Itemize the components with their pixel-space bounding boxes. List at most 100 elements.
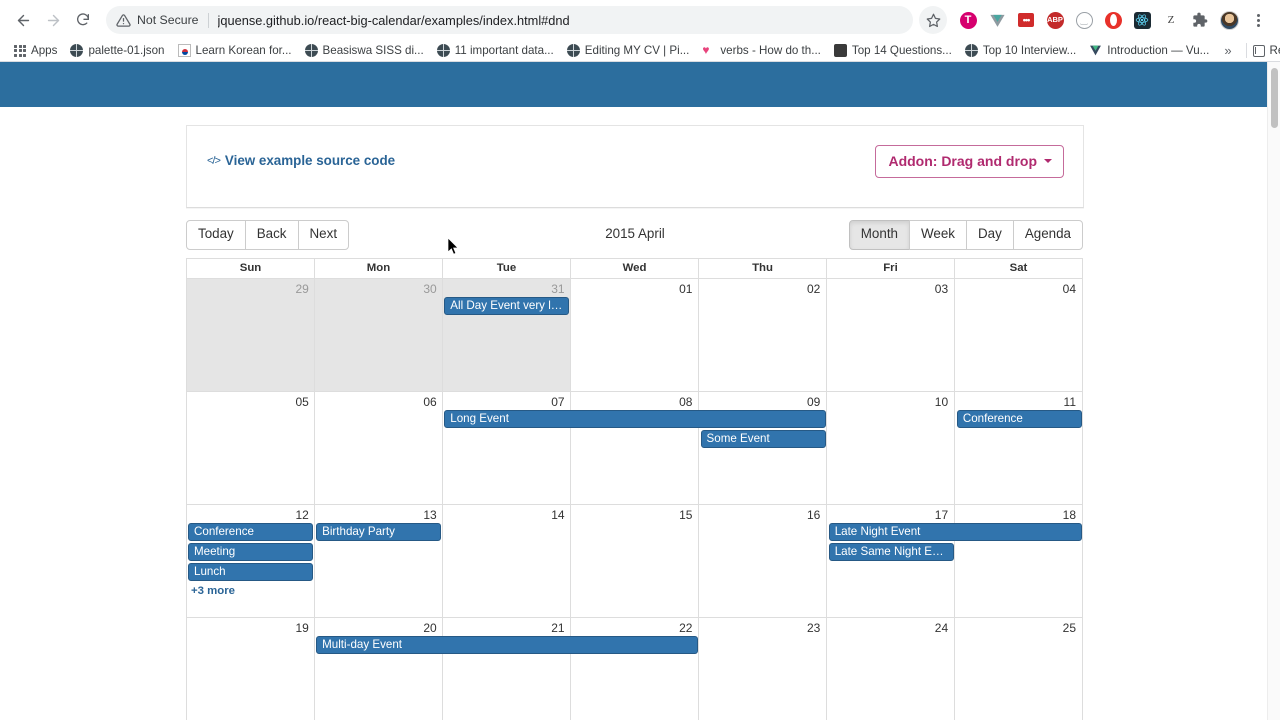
view-day-button[interactable]: Day [966, 220, 1014, 250]
profile-avatar[interactable] [1215, 6, 1243, 34]
caret-down-icon [1044, 159, 1052, 163]
date-number[interactable]: 22 [571, 618, 699, 635]
date-number[interactable]: 14 [443, 505, 571, 522]
date-number[interactable]: 23 [698, 618, 826, 635]
reload-icon[interactable] [68, 5, 98, 35]
vue-favicon [1089, 44, 1102, 57]
date-number[interactable]: 24 [826, 618, 954, 635]
browser-toolbar-icons: T ••• ABP ‿ Z [919, 6, 1272, 34]
date-number[interactable]: 02 [698, 279, 826, 296]
calendar-event[interactable]: Late Night Event [828, 523, 1082, 541]
date-number[interactable]: 30 [315, 279, 443, 296]
globe-favicon [566, 44, 580, 57]
example-panel: </> View example source code Addon: Drag… [186, 125, 1084, 208]
scrollbar-thumb[interactable] [1271, 68, 1278, 128]
view-source-label: View example source code [224, 153, 396, 168]
date-number[interactable]: 21 [443, 618, 571, 635]
zotero-extension-icon[interactable]: Z [1157, 6, 1185, 34]
view-week-button[interactable]: Week [909, 220, 967, 250]
date-number[interactable]: 04 [954, 279, 1082, 296]
circle-face-extension-icon[interactable]: ‿ [1070, 6, 1098, 34]
calendar-event[interactable]: Lunch [188, 563, 314, 581]
weekday-header-sat: Sat [954, 259, 1082, 278]
reading-list-button[interactable]: Reading List [1252, 44, 1280, 57]
date-number[interactable]: 10 [826, 392, 954, 409]
bookmark-item[interactable]: Learn Korean for... [172, 42, 299, 59]
calendar-event[interactable]: Late Same Night Event [828, 543, 954, 561]
event-row: All Day Event very lo... [187, 297, 1082, 317]
bookmark-apps[interactable]: Apps [8, 42, 64, 59]
bookmark-item[interactable]: Introduction — Vu... [1083, 42, 1216, 59]
calendar-event[interactable]: Long Event [444, 410, 826, 428]
red-ruler-extension-icon[interactable]: ••• [1012, 6, 1040, 34]
reading-list-icon [1252, 44, 1265, 57]
show-more-events-link[interactable]: +3 more [188, 583, 235, 599]
date-number[interactable]: 31 [443, 279, 571, 296]
date-number[interactable]: 16 [698, 505, 826, 522]
date-number[interactable]: 06 [315, 392, 443, 409]
mouse-cursor [448, 238, 459, 255]
extension-pink-icon[interactable]: T [954, 6, 982, 34]
calendar-event[interactable]: Some Event [700, 430, 826, 448]
view-source-link[interactable]: </> View example source code [207, 153, 395, 168]
date-number[interactable]: 03 [826, 279, 954, 296]
date-number[interactable]: 13 [315, 505, 443, 522]
date-number[interactable]: 09 [698, 392, 826, 409]
date-number[interactable]: 17 [826, 505, 954, 522]
chrome-menu-icon[interactable] [1244, 6, 1272, 34]
bookmark-item[interactable]: Top 10 Interview... [959, 42, 1083, 59]
week-row: 19 20 21 22 23 24 25 Multi-day Event [187, 618, 1082, 720]
date-number[interactable]: 08 [571, 392, 699, 409]
forward-icon[interactable] [38, 5, 68, 35]
site-header-bar [0, 62, 1267, 107]
date-number[interactable]: 01 [571, 279, 699, 296]
bookmarks-bar: Apps palette-01.json Learn Korean for...… [0, 40, 1280, 62]
date-number[interactable]: 07 [443, 392, 571, 409]
date-number[interactable]: 18 [954, 505, 1082, 522]
puzzle-extensions-icon[interactable] [1186, 6, 1214, 34]
react-devtools-icon[interactable] [1128, 6, 1156, 34]
calendar-event[interactable]: All Day Event very lo... [444, 297, 570, 315]
date-number[interactable]: 05 [187, 392, 315, 409]
dark-square-favicon [833, 44, 847, 57]
weekday-header-row: Sun Mon Tue Wed Thu Fri Sat [187, 259, 1082, 279]
bookmarks-overflow-button[interactable]: » [1216, 43, 1239, 58]
calendar-event[interactable]: Multi-day Event [316, 636, 698, 654]
vimeo-extension-icon[interactable] [983, 6, 1011, 34]
bookmark-item[interactable]: 11 important data... [431, 42, 561, 59]
date-number-row: 05 06 07 08 09 10 11 [187, 392, 1082, 409]
globe-favicon [964, 44, 978, 57]
date-number[interactable]: 29 [187, 279, 315, 296]
date-number[interactable]: 15 [571, 505, 699, 522]
week-row: 12 13 14 15 16 17 18 Conference Birthday… [187, 505, 1082, 618]
view-month-button[interactable]: Month [848, 220, 910, 250]
addon-dropdown-button[interactable]: Addon: Drag and drop [875, 145, 1064, 178]
bookmark-label: Learn Korean for... [195, 44, 292, 57]
security-status-label: Not Secure [137, 12, 209, 28]
weekday-header-fri: Fri [826, 259, 954, 278]
weekday-header-mon: Mon [314, 259, 442, 278]
star-icon[interactable] [919, 6, 947, 34]
address-bar[interactable]: Not Secure jquense.github.io/react-big-c… [106, 6, 913, 34]
view-agenda-button[interactable]: Agenda [1012, 220, 1083, 250]
bookmark-item[interactable]: Editing MY CV | Pi... [561, 42, 697, 59]
date-number[interactable]: 25 [954, 618, 1082, 635]
date-number[interactable]: 12 [187, 505, 315, 522]
bookmark-item[interactable]: palette-01.json [64, 42, 171, 59]
event-row: Long Event Conference [187, 410, 1082, 430]
calendar-event[interactable]: Meeting [188, 543, 314, 561]
adblock-plus-icon[interactable]: ABP [1041, 6, 1069, 34]
date-number[interactable]: 19 [187, 618, 315, 635]
calendar-event[interactable]: Conference [956, 410, 1082, 428]
back-icon[interactable] [8, 5, 38, 35]
date-number[interactable]: 20 [315, 618, 443, 635]
bookmark-item[interactable]: ♥ verbs - How do th... [696, 42, 828, 59]
opera-extension-icon[interactable] [1099, 6, 1127, 34]
bookmark-item[interactable]: Top 14 Questions... [828, 42, 959, 59]
calendar-event[interactable]: Conference [188, 523, 314, 541]
page-scrollbar[interactable] [1267, 62, 1280, 720]
calendar-event[interactable]: Birthday Party [316, 523, 442, 541]
date-number[interactable]: 11 [954, 392, 1082, 409]
weekday-header-tue: Tue [442, 259, 570, 278]
bookmark-item[interactable]: Beasiswa SISS di... [299, 42, 431, 59]
